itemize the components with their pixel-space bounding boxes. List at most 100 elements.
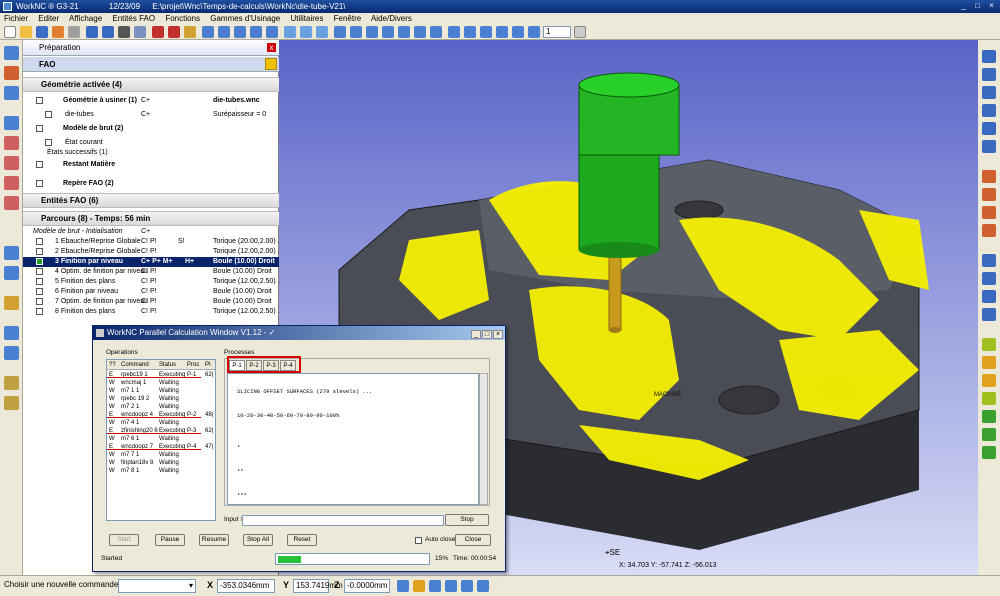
zoom-spin-icon[interactable] bbox=[574, 26, 586, 38]
shading-icon[interactable] bbox=[316, 26, 328, 38]
toolpath-checkbox[interactable] bbox=[36, 258, 43, 265]
measure-icon-2[interactable] bbox=[982, 272, 996, 285]
snap-icon-6[interactable] bbox=[477, 580, 489, 592]
view-icon-5[interactable] bbox=[982, 122, 996, 135]
select-icon-7[interactable] bbox=[982, 446, 996, 459]
select-icon-6[interactable] bbox=[982, 428, 996, 441]
menu-aide[interactable]: Aide/Divers bbox=[371, 14, 412, 23]
toolpath-display-icon[interactable] bbox=[512, 26, 524, 38]
operation-row[interactable]: Wm7 7 1 Waiting bbox=[107, 451, 215, 459]
surface-icon[interactable] bbox=[4, 86, 19, 100]
close-button[interactable]: Close bbox=[455, 534, 491, 546]
rotate-view-icon[interactable] bbox=[334, 26, 346, 38]
section-icon[interactable] bbox=[496, 26, 508, 38]
save-icon[interactable] bbox=[36, 26, 48, 38]
roughing-icon[interactable] bbox=[4, 266, 19, 280]
pan-icon[interactable] bbox=[350, 26, 362, 38]
dialog-titlebar[interactable]: WorkNC Parallel Calculation Window V1.12… bbox=[93, 326, 505, 340]
view-icon-3[interactable] bbox=[982, 86, 996, 99]
toolpath-checkbox[interactable] bbox=[36, 248, 43, 255]
start-button[interactable]: Start bbox=[109, 534, 139, 546]
tree-row-stock-model[interactable]: Modèle de brut (2) bbox=[23, 124, 279, 134]
autoclose-checkbox[interactable] bbox=[415, 537, 422, 544]
toolpath-checkbox[interactable] bbox=[36, 308, 43, 315]
toolpath-checkbox[interactable] bbox=[36, 268, 43, 275]
preparation-icon[interactable] bbox=[4, 46, 19, 60]
resume-button[interactable]: Resume bbox=[199, 534, 229, 546]
toolpath-row[interactable]: 6 Finition par niveau C! P! Boule (10.00… bbox=[23, 287, 279, 297]
zoom-select[interactable]: 1 bbox=[543, 26, 571, 38]
axes-icon[interactable] bbox=[168, 26, 180, 38]
zoom-window-icon[interactable] bbox=[366, 26, 378, 38]
toolpath-row[interactable]: 4 Optim. de finition par niveau C! P! Bo… bbox=[23, 267, 279, 277]
zoom-fit-icon[interactable] bbox=[382, 26, 394, 38]
snap-icon-2[interactable] bbox=[413, 580, 425, 592]
measure-icon-3[interactable] bbox=[982, 290, 996, 303]
view-icon-6[interactable] bbox=[982, 140, 996, 153]
panel-close-button[interactable]: x bbox=[267, 43, 276, 52]
verify-icon[interactable] bbox=[4, 346, 19, 360]
select-icon-5[interactable] bbox=[982, 410, 996, 423]
pen-icon[interactable] bbox=[152, 26, 164, 38]
tree-row-geometry[interactable]: Géométrie à usiner (1) C+ die-tubes.wnc bbox=[23, 96, 279, 106]
redo-icon[interactable] bbox=[102, 26, 114, 38]
console-scrollbar[interactable] bbox=[479, 373, 488, 505]
document-icon[interactable] bbox=[4, 396, 19, 410]
menu-editer[interactable]: Editer bbox=[38, 14, 59, 23]
parcours-section[interactable]: Parcours (8) - Temps: 56 min bbox=[23, 211, 279, 226]
menu-entites-fao[interactable]: Entités FAO bbox=[112, 14, 155, 23]
cube-view-front-icon[interactable] bbox=[202, 26, 214, 38]
toolpath-row[interactable]: 7 Optim. de finition par niveau C! P! Bo… bbox=[23, 297, 279, 307]
tree-row-current-state[interactable]: État courant bbox=[23, 138, 279, 148]
snap-icon-1[interactable] bbox=[397, 580, 409, 592]
new-file-icon[interactable] bbox=[4, 26, 16, 38]
fao-bar[interactable]: FAO bbox=[23, 57, 279, 72]
reset-button[interactable]: Reset bbox=[287, 534, 317, 546]
snap-icon-3[interactable] bbox=[429, 580, 441, 592]
pause-button[interactable]: Pause bbox=[155, 534, 185, 546]
cube-view-top-icon[interactable] bbox=[218, 26, 230, 38]
tool-icon[interactable] bbox=[4, 136, 19, 150]
postprocess-icon[interactable] bbox=[4, 376, 19, 390]
edit-icon-4[interactable] bbox=[982, 224, 996, 237]
operation-row[interactable]: Wrpebc 19 2 Waiting bbox=[107, 395, 215, 403]
snap-icon-5[interactable] bbox=[461, 580, 473, 592]
maximize-icon[interactable]: □ bbox=[972, 2, 983, 11]
undo-icon[interactable] bbox=[86, 26, 98, 38]
toolpath-row[interactable]: 1 Ebauche/Reprise Globale C! P! S! Toriq… bbox=[23, 237, 283, 247]
geometry-icon[interactable] bbox=[4, 66, 19, 80]
geometry-section[interactable]: Géométrie activée (4) bbox=[23, 77, 279, 92]
tree-checkbox[interactable] bbox=[36, 125, 43, 132]
toolpath-checkbox[interactable] bbox=[36, 238, 43, 245]
edit-icon-2[interactable] bbox=[982, 188, 996, 201]
tree-checkbox[interactable] bbox=[45, 139, 52, 146]
x-coord-field[interactable]: -353.0346mm bbox=[217, 579, 275, 593]
menu-utilitaires[interactable]: Utilitaires bbox=[290, 14, 323, 23]
command-combo[interactable]: ▾ bbox=[118, 579, 196, 593]
menu-affichage[interactable]: Affichage bbox=[69, 14, 102, 23]
select-icon-3[interactable] bbox=[982, 374, 996, 387]
zoom-all-icon[interactable] bbox=[430, 26, 442, 38]
hidden-lines-icon[interactable] bbox=[480, 26, 492, 38]
wireframe-icon[interactable] bbox=[464, 26, 476, 38]
toolpath-row[interactable]: 2 Ebauche/Reprise Globale C! P! Torique … bbox=[23, 247, 283, 257]
tree-row-successive-states[interactable]: États successifs (1) bbox=[23, 148, 279, 158]
process-console[interactable]: SLICING OFFSET SURFACES (279 slevels) ..… bbox=[227, 373, 479, 505]
operations-list[interactable]: ?? Command Status Proc PI Erpebc19 1 Exec… bbox=[106, 359, 216, 521]
menu-fenetre[interactable]: Fenêtre bbox=[334, 14, 362, 23]
drill-icon[interactable] bbox=[4, 296, 19, 310]
minimize-icon[interactable]: _ bbox=[958, 2, 969, 11]
tree-checkbox[interactable] bbox=[36, 180, 43, 187]
toolpath-checkbox[interactable] bbox=[36, 278, 43, 285]
dialog-close-icon[interactable]: × bbox=[493, 330, 503, 339]
tree-checkbox[interactable] bbox=[45, 111, 52, 118]
cut-icon[interactable] bbox=[52, 26, 64, 38]
stop-button[interactable]: Stop bbox=[445, 514, 489, 526]
operation-row[interactable]: Wm7 2 1 Waiting bbox=[107, 403, 215, 411]
select-icon-2[interactable] bbox=[982, 356, 996, 369]
machine-icon[interactable] bbox=[4, 176, 19, 190]
toolpath-icon[interactable] bbox=[4, 246, 19, 260]
validate-check-icon[interactable] bbox=[265, 58, 277, 70]
operation-row[interactable]: Wm7 4 1 Waiting bbox=[107, 419, 215, 427]
entities-section[interactable]: Entités FAO (6) bbox=[23, 193, 279, 208]
